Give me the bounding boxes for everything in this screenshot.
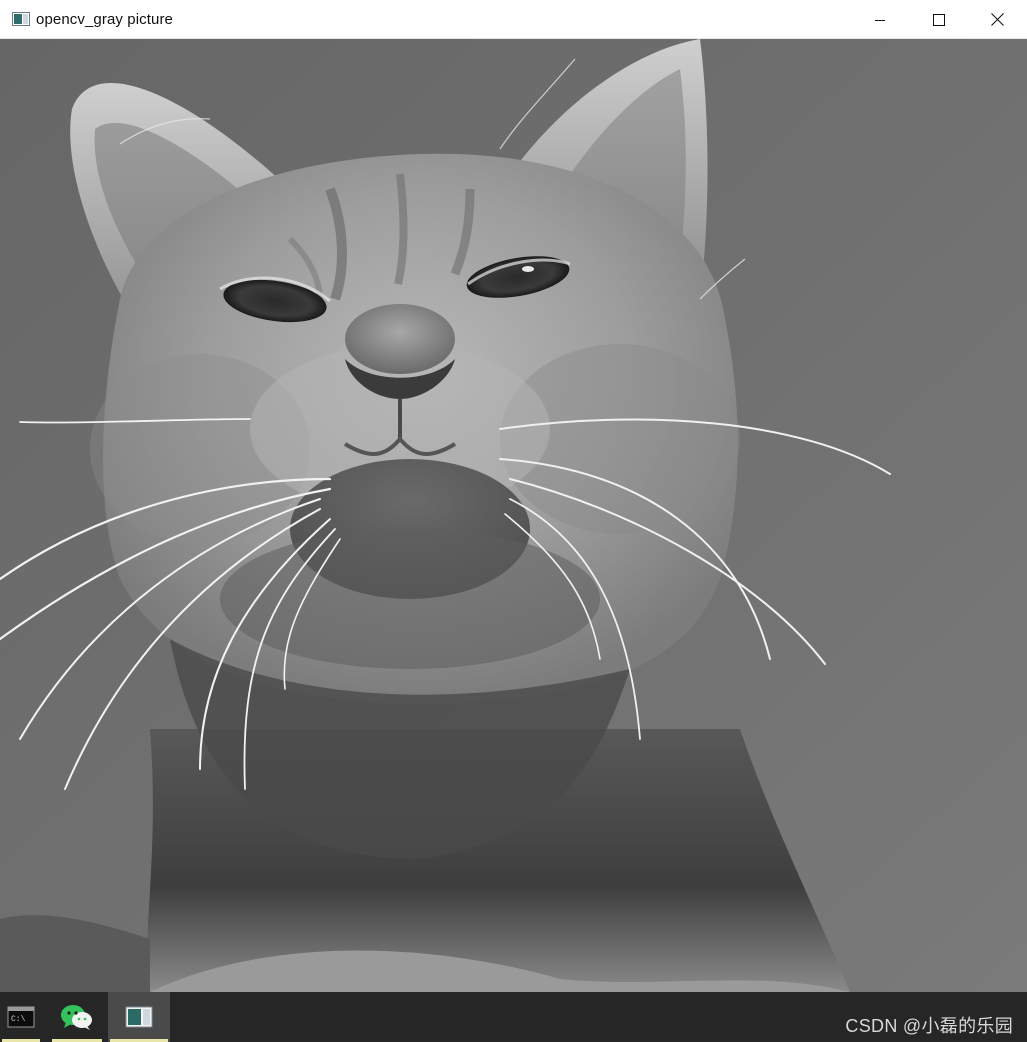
close-button[interactable] [968, 0, 1027, 39]
minimize-button[interactable] [850, 0, 909, 39]
maximize-button[interactable] [909, 0, 968, 39]
maximize-icon [932, 13, 945, 26]
close-icon [991, 13, 1004, 26]
opencv-window-icon [125, 1006, 153, 1028]
opencv-window: opencv_gray picture [0, 0, 1027, 992]
wechat-icon [61, 1005, 92, 1030]
terminal-icon: C:\ [7, 1006, 35, 1028]
minimize-icon [874, 19, 885, 21]
image-canvas [0, 39, 1027, 992]
window-controls [850, 0, 1027, 39]
window-title: opencv_gray picture [36, 10, 173, 28]
opencv-window-icon [12, 12, 30, 26]
taskbar-item-wechat[interactable] [50, 992, 104, 1042]
csdn-watermark: CSDN @小磊的乐园 [845, 1016, 1013, 1036]
window-titlebar[interactable]: opencv_gray picture [0, 0, 1027, 39]
taskbar-item-terminal[interactable]: C:\ [0, 992, 42, 1042]
svg-text:C:\: C:\ [11, 1015, 26, 1024]
desktop-screen: opencv_gray picture C:\ CSDN @小磊的乐园 [0, 0, 1027, 1042]
taskbar-item-opencv-window[interactable] [108, 992, 170, 1042]
cat-photo [0, 39, 1027, 992]
